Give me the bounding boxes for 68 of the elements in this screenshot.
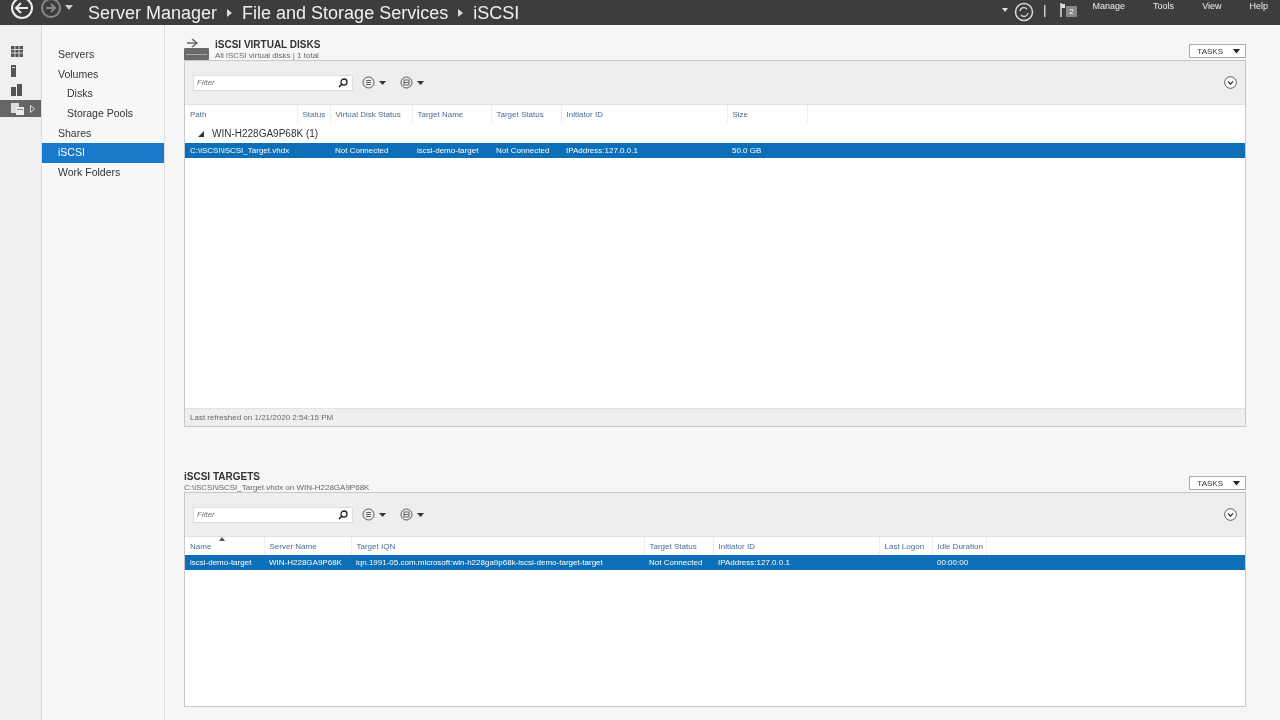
dropdown-icon xyxy=(362,508,386,521)
table-cell: WIN-H228GA9P68K xyxy=(264,555,351,570)
table-cell: IPAddress:127.0.0.1 xyxy=(713,555,879,570)
tasks-button[interactable]: TASKS xyxy=(1189,476,1246,490)
column-header[interactable]: Path xyxy=(185,105,297,123)
filter-field[interactable]: Filter xyxy=(193,506,353,523)
table-cell: iqn.1991-05.com.microsoft:win-h228ga9p68k-iscsi-demo-target-target xyxy=(351,555,644,570)
last-refreshed-text: Last refreshed on 1/21/2020 2:54:15 PM xyxy=(185,408,1245,426)
section-title: iSCSI TARGETS xyxy=(184,471,261,482)
nav-item[interactable]: Volumes xyxy=(42,64,164,85)
menu-item[interactable]: Tools xyxy=(1153,0,1175,11)
menu-item[interactable]: Manage xyxy=(1092,0,1126,11)
column-header[interactable]: Status xyxy=(297,105,330,123)
separator-icon xyxy=(1044,4,1047,17)
expand-icon xyxy=(198,130,204,137)
table-cell: 00:00:00 xyxy=(932,555,987,570)
breadcrumb-item[interactable]: File and Storage Services xyxy=(242,1,449,24)
caret-icon[interactable] xyxy=(64,3,74,12)
tasks-button[interactable]: TASKS xyxy=(1189,44,1246,58)
expand-icon xyxy=(30,104,35,113)
refresh-icon[interactable] xyxy=(1014,1,1035,22)
expand-icon[interactable] xyxy=(1224,76,1237,89)
breadcrumb-item[interactable]: Server Manager xyxy=(88,1,218,24)
section-title: iSCSI VIRTUAL DISKS xyxy=(215,39,321,50)
table-cell: Not Connected xyxy=(491,143,561,158)
caret-icon xyxy=(1233,480,1240,486)
nav-item[interactable]: Work Folders xyxy=(42,163,164,183)
caret-icon[interactable] xyxy=(1002,8,1009,13)
nav-item[interactable]: Disks xyxy=(42,84,164,105)
column-header[interactable]: Initiator ID xyxy=(561,105,727,123)
column-header[interactable]: Target Name xyxy=(412,105,491,123)
nav-item[interactable]: Shares xyxy=(42,123,164,144)
expand-icon[interactable] xyxy=(1224,508,1237,521)
notification-badge: 2 xyxy=(1066,6,1077,17)
column-header[interactable]: Target Status xyxy=(491,105,561,123)
group-header[interactable]: WIN-H228GA9P68K (1) xyxy=(185,123,1245,143)
table-cell: Not Connected xyxy=(330,143,412,158)
table-cell: C:\iSCSI\iSCSI_Target.vhdx xyxy=(185,143,297,158)
menu-item[interactable]: Help xyxy=(1249,0,1268,11)
filter-field[interactable]: Filter xyxy=(193,74,353,91)
columns-button[interactable] xyxy=(362,74,386,91)
column-header[interactable]: Size xyxy=(727,105,807,123)
dropdown-icon xyxy=(400,508,424,521)
table-cell: IPAddress:127.0.0.1 xyxy=(561,143,727,158)
caret-icon xyxy=(1233,48,1240,54)
chevron-icon xyxy=(458,8,464,17)
table-cell: 50.0 GB xyxy=(727,143,807,158)
column-header[interactable]: Virtual Disk Status xyxy=(330,105,412,123)
dropdown-icon xyxy=(400,76,424,89)
nav-item[interactable]: iSCSI xyxy=(42,143,164,164)
rail-item[interactable] xyxy=(0,100,41,117)
save-query-button[interactable] xyxy=(400,506,424,523)
columns-button[interactable] xyxy=(362,506,386,523)
chevron-icon xyxy=(227,8,233,17)
save-query-button[interactable] xyxy=(400,74,424,91)
breadcrumb-item[interactable]: iSCSI xyxy=(473,1,520,24)
disk-icon xyxy=(184,38,209,60)
section-subtitle: All iSCSI virtual disks | 1 total xyxy=(215,51,320,60)
nav-item[interactable]: Servers xyxy=(42,45,164,65)
flag-icon[interactable] xyxy=(1060,2,1067,17)
table-cell: iscsi-demo-target xyxy=(412,143,491,158)
nav-item[interactable]: Storage Pools xyxy=(42,104,164,124)
forward-icon[interactable] xyxy=(40,0,62,19)
section-subtitle: C:\iSCSI\iSCSI_Target.vhdx on WIN-H228GA9P68K xyxy=(184,483,370,492)
menu-item[interactable]: View xyxy=(1202,0,1222,11)
table-cell: Not Connected xyxy=(644,555,713,570)
table-cell: iscsi-demo-target xyxy=(185,555,264,570)
dropdown-icon xyxy=(362,76,386,89)
